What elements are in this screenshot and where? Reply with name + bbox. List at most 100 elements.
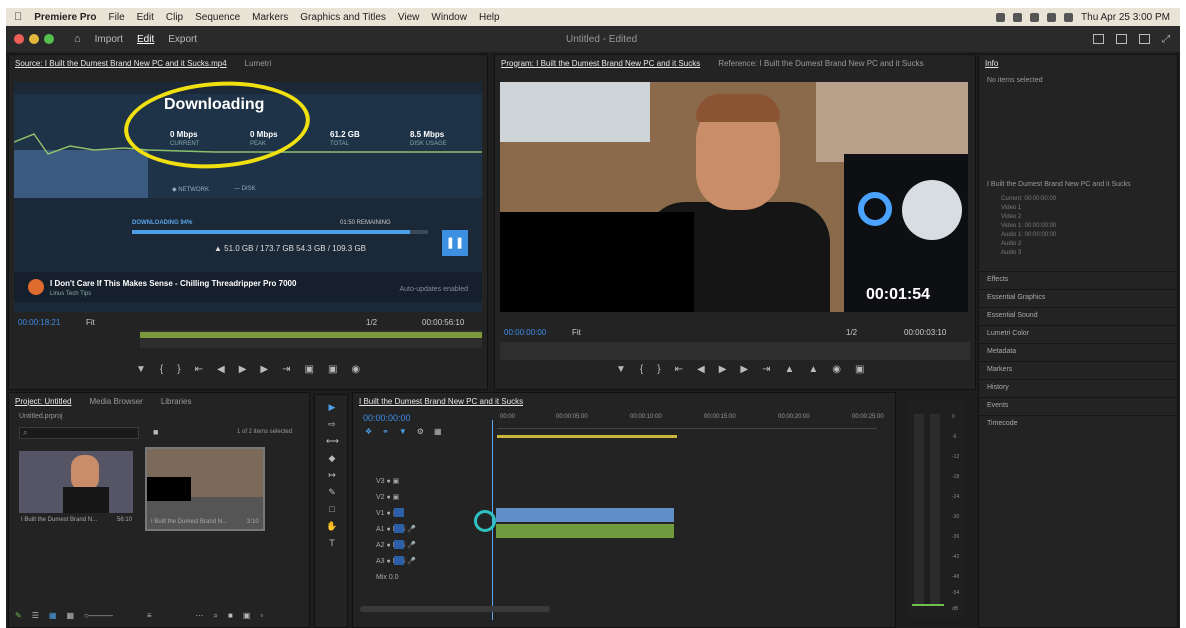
mark-out-icon[interactable]: } xyxy=(657,364,660,375)
step-forward-icon[interactable]: ▶ xyxy=(740,364,748,375)
menu-file[interactable]: File xyxy=(109,12,125,23)
add-marker-icon[interactable]: ▼ xyxy=(616,364,626,375)
tab-info[interactable]: Info xyxy=(985,59,998,68)
timeline-timecode[interactable]: 00:00:00:00 xyxy=(363,413,411,423)
apple-icon[interactable]:  xyxy=(14,11,22,23)
audio-clip[interactable] xyxy=(496,524,674,538)
rectangle-tool-icon[interactable]: □ xyxy=(326,504,338,514)
zoom-slider[interactable]: ○——— xyxy=(84,611,113,621)
work-area-bar[interactable] xyxy=(497,435,677,438)
slip-tool-icon[interactable]: ↦ xyxy=(326,470,338,480)
clock[interactable]: Thu Apr 25 3:00 PM xyxy=(1081,12,1170,23)
status-icon[interactable] xyxy=(996,12,1006,22)
tab-program[interactable]: Program: I Built the Dumest Brand New PC… xyxy=(501,59,700,68)
program-quality-dropdown[interactable]: 1/2 xyxy=(846,328,857,337)
menu-markers[interactable]: Markers xyxy=(252,12,288,23)
add-marker-icon[interactable]: ▼ xyxy=(136,364,146,375)
settings-icon[interactable]: ⚙ xyxy=(417,427,424,436)
menu-view[interactable]: View xyxy=(398,12,420,23)
panel-menu-icon[interactable] xyxy=(1139,34,1150,44)
app-menu[interactable]: Premiere Pro xyxy=(34,12,96,23)
pen-tool-icon[interactable]: ✎ xyxy=(326,487,338,497)
tab-project[interactable]: Project: Untitled xyxy=(15,397,71,406)
linked-selection-icon[interactable]: ⚭ xyxy=(382,427,389,436)
mark-out-icon[interactable]: } xyxy=(177,364,180,375)
program-timecode[interactable]: 00:00:00:00 xyxy=(504,328,546,337)
icon-view-icon[interactable]: ▦ xyxy=(49,611,57,621)
nav-edit[interactable]: Edit xyxy=(137,34,154,45)
section-history[interactable]: History xyxy=(979,379,1177,395)
captions-icon[interactable]: ▦ xyxy=(434,427,442,436)
overwrite-icon[interactable]: ▣ xyxy=(328,364,337,375)
source-scrubber[interactable] xyxy=(140,330,482,348)
section-timecode[interactable]: Timecode xyxy=(979,415,1177,431)
tab-media-browser[interactable]: Media Browser xyxy=(89,397,142,406)
play-icon[interactable]: ▶ xyxy=(719,364,727,375)
fullscreen-icon[interactable]: ⤢ xyxy=(1162,34,1170,45)
workspaces-icon[interactable] xyxy=(1093,34,1104,44)
section-effects[interactable]: Effects xyxy=(979,271,1177,287)
menu-window[interactable]: Window xyxy=(431,12,467,23)
clip-thumbnail[interactable] xyxy=(19,451,133,513)
go-to-out-icon[interactable]: ⇥ xyxy=(282,364,290,375)
source-fit-dropdown[interactable]: Fit xyxy=(86,318,95,327)
trash-icon[interactable]: ▫ xyxy=(260,611,263,621)
status-icon[interactable] xyxy=(1013,12,1023,22)
sort-icon[interactable]: ≡ xyxy=(147,611,152,621)
selection-tool-icon[interactable]: ▶ xyxy=(326,402,338,412)
source-quality-dropdown[interactable]: 1/2 xyxy=(366,318,377,327)
step-back-icon[interactable]: ◀ xyxy=(697,364,705,375)
find-icon[interactable]: ⌕ xyxy=(214,611,218,621)
wifi-icon[interactable] xyxy=(1047,12,1057,22)
project-search-input[interactable]: ⌕ xyxy=(19,427,139,439)
target-track-v1-button[interactable] xyxy=(394,508,404,517)
step-forward-icon[interactable]: ▶ xyxy=(260,364,268,375)
track-select-tool-icon[interactable]: ⇨ xyxy=(326,419,338,429)
menu-clip[interactable]: Clip xyxy=(166,12,183,23)
program-fit-dropdown[interactable]: Fit xyxy=(572,328,581,337)
tab-libraries[interactable]: Libraries xyxy=(161,397,192,406)
go-to-out-icon[interactable]: ⇥ xyxy=(762,364,770,375)
list-view-icon[interactable]: ☰ xyxy=(32,611,39,621)
target-track-a3-button[interactable] xyxy=(394,556,404,565)
zoom-window-button[interactable] xyxy=(44,34,54,44)
tab-lumetri[interactable]: Lumetri xyxy=(245,59,272,68)
pencil-icon[interactable]: ✎ xyxy=(15,611,22,621)
menu-edit[interactable]: Edit xyxy=(137,12,154,23)
hand-tool-icon[interactable]: ✋ xyxy=(326,521,338,531)
home-icon[interactable]: ⌂ xyxy=(74,33,81,45)
export-frame-icon[interactable]: ◉ xyxy=(351,364,360,375)
target-track-a2-button[interactable] xyxy=(394,540,404,549)
extract-icon[interactable]: ▲ xyxy=(808,364,818,375)
close-window-button[interactable] xyxy=(14,34,24,44)
menu-sequence[interactable]: Sequence xyxy=(195,12,240,23)
tab-sequence[interactable]: I Built the Dumest Brand New PC and it S… xyxy=(359,397,523,406)
section-essential-graphics[interactable]: Essential Graphics xyxy=(979,289,1177,305)
automate-icon[interactable]: ⋯ xyxy=(196,611,204,621)
new-item-icon[interactable]: ▣ xyxy=(243,611,251,621)
minimize-window-button[interactable] xyxy=(29,34,39,44)
mark-in-icon[interactable]: { xyxy=(640,364,643,375)
section-metadata[interactable]: Metadata xyxy=(979,343,1177,359)
mix-value[interactable]: 0.0 xyxy=(389,574,399,581)
insert-icon[interactable]: ▣ xyxy=(304,364,313,375)
tab-source[interactable]: Source: I Built the Dumest Brand New PC … xyxy=(15,59,227,68)
tab-reference[interactable]: Reference: I Built the Dumest Brand New … xyxy=(718,59,923,68)
quick-export-icon[interactable] xyxy=(1116,34,1127,44)
razor-tool-icon[interactable]: ◆ xyxy=(326,453,338,463)
freeform-view-icon[interactable]: ▦ xyxy=(66,611,74,621)
new-bin-icon[interactable]: ■ xyxy=(153,427,158,437)
comparison-icon[interactable]: ▣ xyxy=(855,364,864,375)
step-back-icon[interactable]: ◀ xyxy=(217,364,225,375)
export-frame-icon[interactable]: ◉ xyxy=(832,364,841,375)
menu-help[interactable]: Help xyxy=(479,12,500,23)
sequence-thumbnail[interactable]: I Built the Dumest Brand N... 3:10 xyxy=(145,447,265,531)
new-bin-footer-icon[interactable]: ■ xyxy=(228,611,233,621)
type-tool-icon[interactable]: T xyxy=(326,538,338,548)
timeline-scrollbar[interactable] xyxy=(360,606,550,612)
section-essential-sound[interactable]: Essential Sound xyxy=(979,307,1177,323)
section-lumetri-color[interactable]: Lumetri Color xyxy=(979,325,1177,341)
pause-icon[interactable]: ❚❚ xyxy=(442,230,468,256)
program-scrubber[interactable] xyxy=(500,342,970,360)
timeline-ruler[interactable] xyxy=(497,421,877,429)
